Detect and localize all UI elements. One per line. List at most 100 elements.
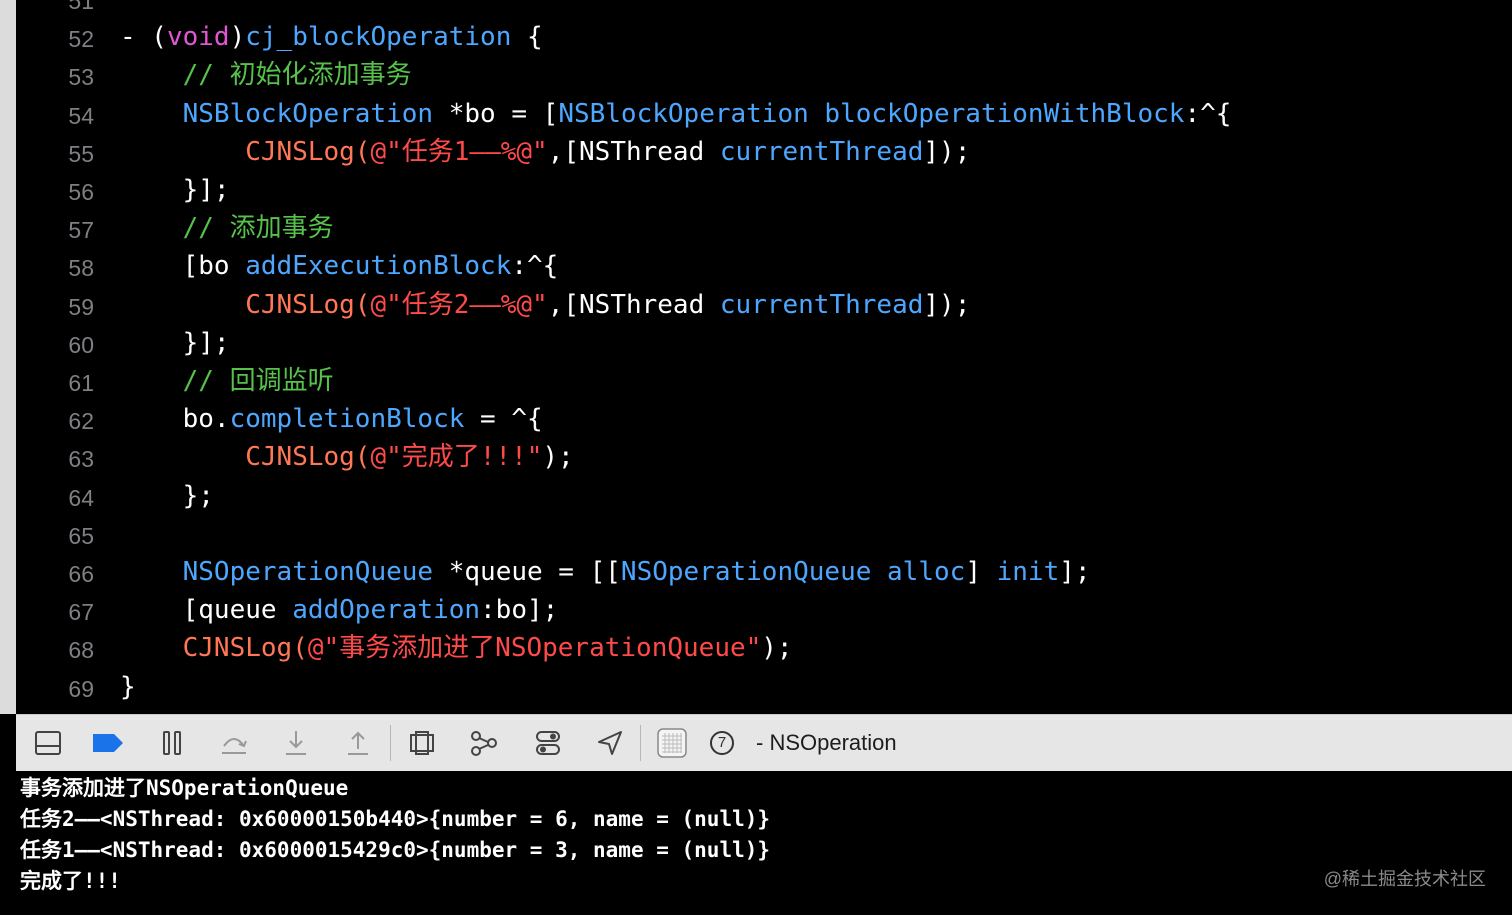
code-token: void bbox=[166, 22, 230, 53]
line-number: 52 bbox=[68, 26, 94, 53]
code-token: NSOperationQueue bbox=[182, 557, 434, 587]
code-token: CJNSLog( bbox=[245, 442, 371, 473]
code-text: CJNSLog(@"事务添加进了NSOperationQueue"); bbox=[120, 629, 793, 667]
breakpoint-toggle-icon[interactable] bbox=[92, 727, 124, 759]
line-number: 55 bbox=[68, 140, 94, 167]
code-text: }]; bbox=[120, 171, 230, 209]
code-text: // 回调监听 bbox=[120, 362, 334, 400]
code-token: *queue = [[ bbox=[433, 557, 621, 587]
line-number: 56 bbox=[68, 179, 94, 205]
code-text: NSBlockOperation *bo = [NSBlockOperation… bbox=[120, 95, 1232, 133]
debug-console[interactable]: 事务添加进了NSOperationQueue 任务2——<NSThread: 0… bbox=[0, 771, 1512, 915]
debug-toolbar: 7 - NSOperation bbox=[16, 714, 1512, 772]
code-line: 59 CJNSLog(@"任务2——%@",[NSThread currentT… bbox=[0, 286, 1512, 324]
step-into-icon[interactable] bbox=[280, 727, 312, 759]
simulate-location-icon[interactable] bbox=[594, 727, 626, 759]
pause-icon[interactable] bbox=[156, 727, 188, 759]
app-icon[interactable] bbox=[656, 727, 688, 759]
code-token: ] bbox=[965, 557, 997, 587]
code-token: }; bbox=[120, 480, 214, 511]
code-token: currentThread bbox=[719, 136, 924, 167]
line-number: 65 bbox=[68, 522, 94, 549]
view-hierarchy-icon[interactable] bbox=[406, 727, 438, 759]
console-line: 任务2——<NSThread: 0x60000150b440>{number =… bbox=[20, 807, 771, 831]
code-token: ) bbox=[229, 22, 246, 53]
code-token: *bo = [ bbox=[433, 98, 559, 129]
code-token: ]); bbox=[923, 289, 971, 320]
code-token: }]; bbox=[120, 175, 230, 205]
code-text: // 添加事务 bbox=[120, 209, 334, 247]
step-over-icon[interactable] bbox=[218, 727, 250, 759]
code-token: [queue bbox=[120, 595, 293, 626]
code-token: init bbox=[996, 557, 1060, 587]
watermark: @稀土掘金技术社区 bbox=[1323, 869, 1486, 889]
code-token: @"完成了!!!" bbox=[370, 442, 543, 473]
code-token: :bo]; bbox=[480, 595, 559, 626]
code-token: // 初始化添加事务 bbox=[120, 60, 412, 91]
hide-debug-area-icon[interactable] bbox=[32, 727, 64, 759]
code-token: CJNSLog( bbox=[245, 289, 371, 320]
line-number: 62 bbox=[68, 408, 94, 435]
process-label[interactable]: - NSOperation bbox=[756, 715, 897, 771]
code-text: [bo addExecutionBlock:^{ bbox=[120, 247, 559, 285]
code-line: 63 CJNSLog(@"完成了!!!"); bbox=[0, 438, 1512, 476]
code-token: alloc bbox=[887, 557, 966, 587]
code-token: - ( bbox=[120, 22, 167, 53]
memory-graph-icon[interactable] bbox=[468, 727, 500, 759]
code-token: addOperation bbox=[292, 595, 481, 626]
environment-overrides-icon[interactable] bbox=[532, 727, 564, 759]
toolbar-divider bbox=[640, 725, 641, 761]
console-line: 任务1——<NSThread: 0x6000015429c0>{number =… bbox=[20, 838, 771, 862]
code-token: ); bbox=[761, 633, 793, 664]
code-line: 56 }]; bbox=[0, 171, 1512, 209]
code-editor[interactable]: 51 52 - (void)cj_blockOperation {53 // 初始化… bbox=[0, 0, 1512, 714]
code-token: ,[NSThread bbox=[547, 136, 720, 167]
code-line: 68 CJNSLog(@"事务添加进了NSOperationQueue"); bbox=[0, 629, 1512, 667]
code-line: 67 [queue addOperation:bo]; bbox=[0, 591, 1512, 629]
line-number: 61 bbox=[68, 370, 94, 396]
toolbar-divider bbox=[390, 725, 391, 761]
code-token: }]; bbox=[120, 327, 230, 358]
code-token: currentThread bbox=[719, 289, 924, 320]
code-text: }]; bbox=[120, 324, 230, 362]
console-line: 事务添加进了NSOperationQueue bbox=[20, 776, 349, 800]
code-text: - (void)cj_blockOperation { bbox=[120, 18, 543, 56]
code-token: ,[NSThread bbox=[547, 289, 720, 320]
code-token: [bo bbox=[120, 251, 246, 282]
code-token: ]; bbox=[1059, 557, 1091, 587]
step-out-icon[interactable] bbox=[342, 727, 374, 759]
code-token: :^{ bbox=[511, 251, 559, 282]
code-line: 53 // 初始化添加事务 bbox=[0, 56, 1512, 94]
code-token: :^{ bbox=[1184, 98, 1232, 129]
line-number: 63 bbox=[68, 446, 94, 473]
code-token: @"任务1——%@" bbox=[370, 136, 548, 167]
line-number: 60 bbox=[68, 331, 94, 358]
code-line: 70 bbox=[0, 706, 1512, 715]
code-line: 51 bbox=[0, 0, 1512, 18]
code-token: completionBlock bbox=[229, 404, 465, 435]
line-number: 51 bbox=[68, 0, 94, 14]
code-text: CJNSLog(@"任务1——%@",[NSThread currentThre… bbox=[120, 133, 970, 171]
code-token: = ^{ bbox=[464, 404, 543, 435]
code-text: [queue addOperation:bo]; bbox=[120, 591, 559, 629]
code-line: 66 NSOperationQueue *queue = [[NSOperati… bbox=[0, 553, 1512, 591]
code-token: bo. bbox=[120, 404, 230, 435]
code-line: 54 NSBlockOperation *bo = [NSBlockOperat… bbox=[0, 95, 1512, 133]
code-token: @"任务2——%@" bbox=[370, 289, 548, 320]
code-token: NSOperationQueue bbox=[620, 557, 872, 587]
code-line: 69} bbox=[0, 668, 1512, 706]
code-token: blockOperationWithBlock bbox=[824, 98, 1185, 129]
code-token: CJNSLog( bbox=[182, 633, 308, 664]
line-number: 69 bbox=[68, 675, 94, 702]
code-token: NSBlockOperation bbox=[558, 98, 809, 129]
code-line: 55 CJNSLog(@"任务1——%@",[NSThread currentT… bbox=[0, 133, 1512, 171]
code-token: ]); bbox=[923, 136, 971, 167]
